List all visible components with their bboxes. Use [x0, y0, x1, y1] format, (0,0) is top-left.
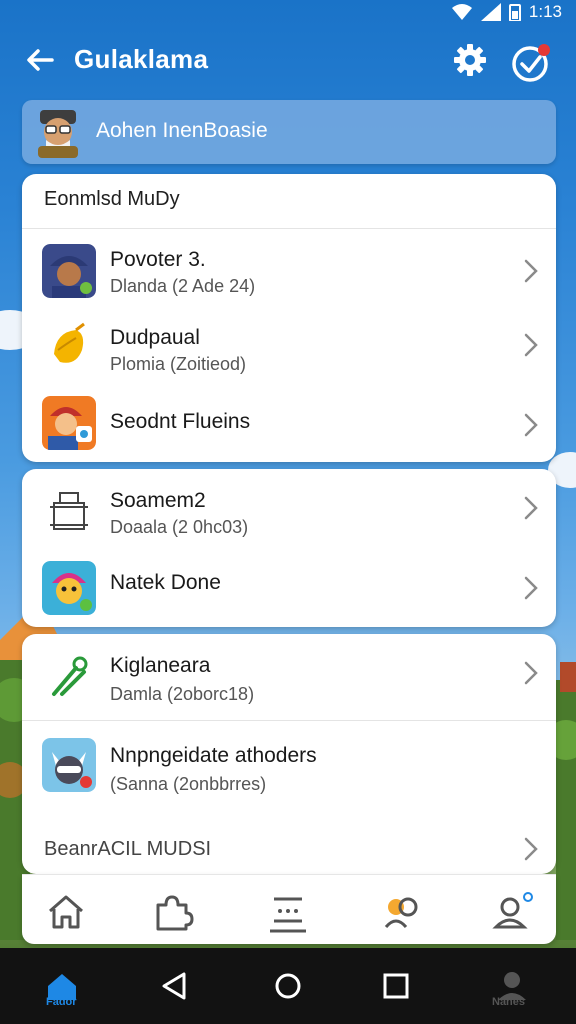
- chevron-right-icon: [524, 837, 538, 861]
- chevron-right-icon: [524, 259, 538, 283]
- divider: [22, 720, 556, 721]
- puzzle-icon[interactable]: [148, 887, 196, 935]
- item-title: Kiglaneara: [110, 654, 211, 677]
- chevron-right-icon: [524, 496, 538, 520]
- list-item[interactable]: Dudpaual Plomia (Zoitieod): [22, 310, 556, 388]
- list-item[interactable]: Nnpngeidate athoders (Sanna (2onbbrres): [22, 724, 556, 802]
- list-item[interactable]: Kiglaneara Damla (2oborc18): [22, 634, 556, 712]
- signal-icon: [480, 3, 501, 21]
- profile-icon[interactable]: [488, 887, 536, 935]
- card-header: Eonmlsd MuDy: [44, 188, 180, 210]
- secondary-items-card: Soamem2 Doaala (2 0hc03) Natek Done: [22, 469, 556, 627]
- app-bar: Gulaklama: [0, 34, 576, 88]
- item-subtitle: Plomia (Zoitieod): [110, 354, 247, 374]
- item-subtitle: (Sanna (2onbbrres): [110, 774, 267, 794]
- lemon-icon: [42, 320, 96, 374]
- item-title: Seodnt Flueins: [110, 410, 251, 433]
- verified-check-icon[interactable]: [510, 40, 554, 84]
- firefighter-avatar-icon: [42, 396, 96, 450]
- list-item[interactable]: Natek Done: [22, 547, 556, 625]
- profile-name: Aohen InenBoasie: [96, 119, 268, 142]
- status-time: 1:13: [528, 2, 562, 21]
- character-avatar-icon: [42, 244, 96, 298]
- section-link-label: BeanrACIL MUDSI: [44, 838, 212, 860]
- item-title: Natek Done: [110, 571, 221, 594]
- list-icon[interactable]: [264, 887, 312, 935]
- chevron-right-icon: [524, 576, 538, 600]
- item-subtitle: Damla (2oborc18): [110, 684, 255, 704]
- tools-items-card: Kiglaneara Damla (2oborc18) Nnpngeidate …: [22, 634, 556, 874]
- profile-banner[interactable]: Aohen InenBoasie: [22, 100, 556, 164]
- people-icon[interactable]: [378, 887, 426, 935]
- list-item[interactable]: BeanrACIL MUDSI: [22, 814, 556, 870]
- list-item[interactable]: Soamem2 Doaala (2 0hc03): [22, 469, 556, 547]
- item-title: Nnpngeidate athoders: [110, 744, 317, 767]
- recent-items-card: Eonmlsd MuDy Povoter 3. Dlanda (2 Ade 24…: [22, 174, 556, 462]
- wifi-icon: [451, 4, 472, 20]
- list-item[interactable]: Povoter 3. Dlanda (2 Ade 24): [22, 232, 556, 310]
- list-item[interactable]: Seodnt Flueins: [22, 386, 556, 462]
- back-arrow-icon[interactable]: [22, 42, 58, 78]
- cat-character-icon: [42, 738, 96, 792]
- item-title: Soamem2: [110, 489, 206, 512]
- recents-icon[interactable]: [376, 966, 416, 1006]
- basket-icon: [42, 483, 96, 537]
- profile-avatar: [38, 110, 78, 158]
- cartoon-character-icon: [42, 561, 96, 615]
- divider: [22, 228, 556, 229]
- battery-icon: [508, 4, 521, 21]
- gear-icon[interactable]: [450, 40, 490, 80]
- home-nav-label: Fador: [46, 996, 77, 1008]
- tools-icon: [42, 650, 96, 704]
- system-nav-bar: Fador Nanes: [0, 948, 576, 1024]
- home-icon[interactable]: [42, 887, 90, 935]
- person-nav-label: Nanes: [492, 996, 526, 1008]
- chevron-right-icon: [524, 413, 538, 437]
- home-circle-icon[interactable]: [268, 966, 308, 1006]
- chevron-right-icon: [524, 661, 538, 685]
- item-title: Povoter 3.: [110, 248, 206, 271]
- app-title: Gulaklama: [74, 44, 209, 74]
- status-bar: 1:13: [0, 0, 576, 28]
- item-subtitle: Doaala (2 0hc03): [110, 517, 249, 537]
- back-nav-icon[interactable]: [154, 966, 194, 1006]
- chevron-right-icon: [524, 333, 538, 357]
- tab-bar: [22, 874, 556, 944]
- item-title: Dudpaual: [110, 326, 200, 349]
- item-subtitle: Dlanda (2 Ade 24): [110, 276, 256, 296]
